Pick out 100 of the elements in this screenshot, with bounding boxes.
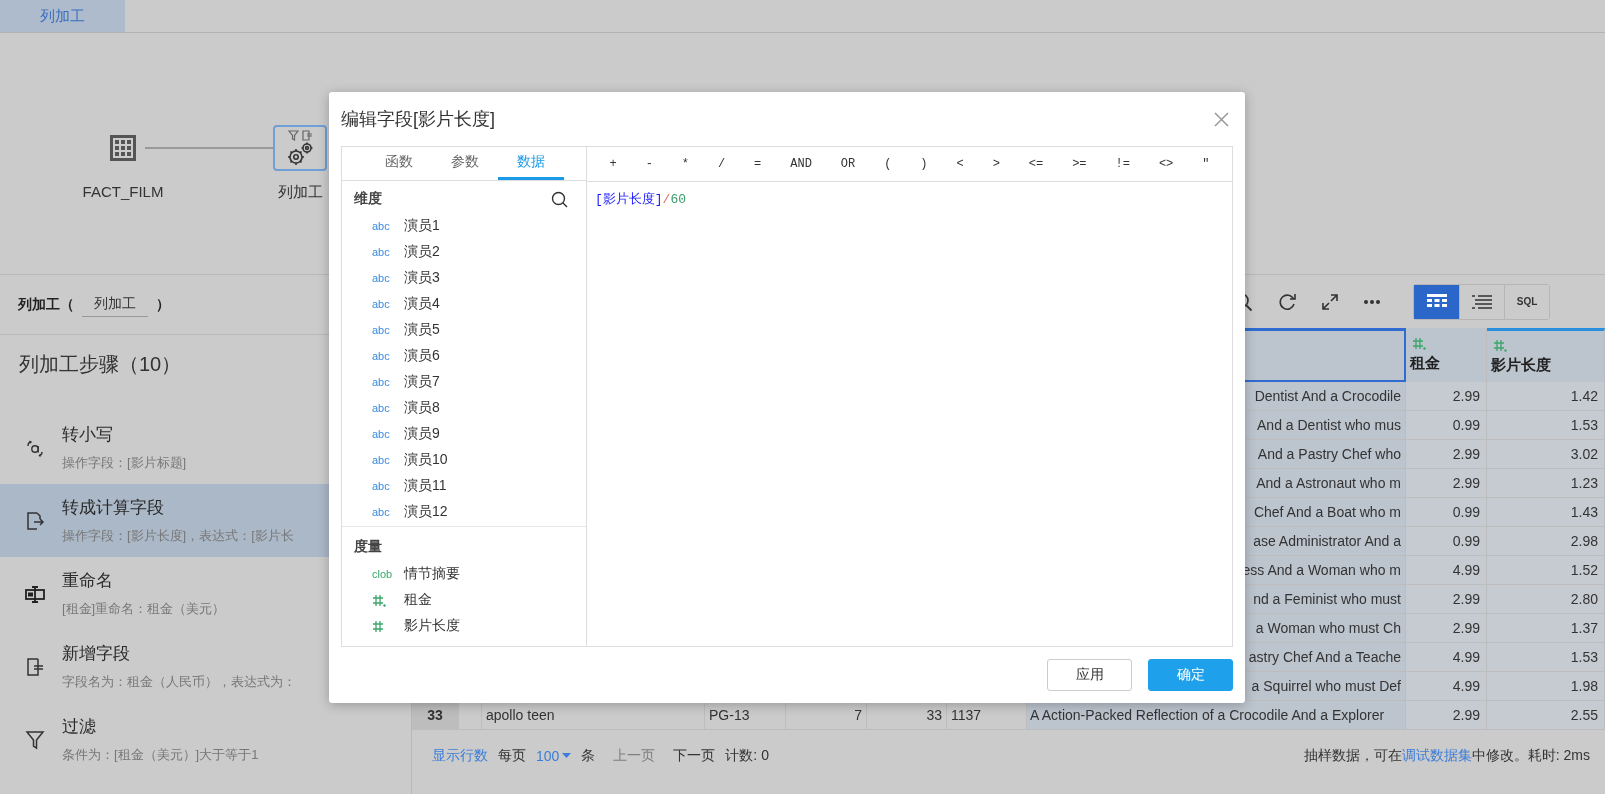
step-detail: [租金]重命名：租金（美元） [62, 600, 226, 618]
grid-icon [1426, 293, 1447, 310]
close-icon[interactable] [1214, 111, 1229, 127]
operator-button[interactable]: < [952, 155, 968, 173]
dialog-title: 编辑字段[影片长度] [341, 108, 495, 131]
table-cell: 2.99 [1406, 440, 1487, 469]
step-detail: 操作字段：[影片标题] [62, 454, 187, 472]
field-item[interactable]: abc 演员1 [342, 213, 586, 239]
name-field[interactable]: 列加工 [82, 292, 148, 317]
operator-button[interactable]: > [988, 155, 1004, 173]
table-cell: 1.37 [1487, 614, 1605, 643]
field-item[interactable]: abc 演员4 [342, 291, 586, 317]
field-item[interactable]: abc 演员3 [342, 265, 586, 291]
column-header[interactable]: 租金 [1406, 328, 1487, 382]
operator-button[interactable]: * [677, 155, 693, 173]
table-cell: a Woman who must Ch [1255, 620, 1401, 636]
table-cell: 1.53 [1487, 643, 1605, 672]
operator-button[interactable]: != [1111, 155, 1134, 173]
field-item[interactable]: abc 演员6 [342, 343, 586, 369]
operator-button[interactable]: ) [916, 155, 932, 173]
table-cell: nd a Feminist who must [1253, 591, 1401, 607]
table-cell: 1.23 [1487, 469, 1605, 498]
operator-button[interactable]: >= [1068, 155, 1091, 173]
table-cell: 4.99 [1406, 556, 1487, 585]
expand-icon[interactable] [1321, 292, 1339, 311]
table-cell: 2.98 [1487, 527, 1605, 556]
more-icon[interactable] [1363, 298, 1381, 305]
filter-icon [25, 729, 45, 750]
operator-button[interactable]: - [641, 155, 657, 173]
section-title: 维度 [354, 190, 382, 208]
table-cell: 1.42 [1487, 382, 1605, 411]
table-cell: astry Chef And a Teache [1248, 649, 1401, 665]
table-cell: 0.99 [1406, 411, 1487, 440]
panel-label-end: ） [156, 295, 170, 314]
table-cell: Dentist And a Crocodile [1254, 388, 1401, 404]
operator-button[interactable]: <= [1024, 155, 1048, 173]
steps-title: 列加工步骤（10） [19, 353, 182, 375]
column-header[interactable]: 影片长度 [1487, 328, 1605, 382]
operator-button[interactable]: AND [786, 155, 816, 173]
next-page-link[interactable]: 下一页 [673, 747, 716, 765]
field-item[interactable]: abc 演员5 [342, 317, 586, 343]
decimal-type-icon [1412, 337, 1426, 350]
add-field-icon [25, 656, 45, 677]
refresh-icon[interactable] [1277, 291, 1297, 312]
table-cell: 2.99 [1406, 382, 1487, 411]
field-item[interactable]: 租金 [342, 587, 586, 613]
step-title: 新增字段 [62, 643, 131, 665]
tab[interactable]: 参数 [432, 147, 498, 180]
operator-button[interactable]: <> [1154, 155, 1178, 173]
filter-icon [287, 129, 299, 141]
section-title: 度量 [354, 538, 382, 556]
table-cell: 2.80 [1487, 585, 1605, 614]
table-cell: a Squirrel who must Def [1251, 678, 1401, 694]
rename-icon [24, 583, 46, 604]
step-detail: 条件为：[租金（美元）]大于等于1 [62, 746, 259, 764]
field-item[interactable]: abc 演员9 [342, 421, 586, 447]
flow-node[interactable] [273, 125, 327, 171]
field-item[interactable]: abc 演员2 [342, 239, 586, 265]
step-item[interactable]: 过滤 条件为：[租金（美元）]大于等于1 [0, 703, 411, 776]
table-cell: And a Astronaut who m [1256, 475, 1401, 491]
sample-note: 抽样数据，可在调试数据集中修改。耗时: 2ms [1303, 747, 1590, 765]
search-icon[interactable] [551, 190, 568, 208]
integer-type-icon [372, 619, 384, 633]
operator-button[interactable]: / [713, 155, 730, 173]
gear-icon [285, 140, 315, 167]
node-label: FACT_FILM [82, 183, 164, 200]
operator-button[interactable]: OR [836, 155, 860, 173]
operator-button[interactable]: + [605, 155, 621, 173]
step-title: 转成计算字段 [62, 497, 165, 519]
table-cell: 1.53 [1487, 411, 1605, 440]
unit-label: 条 [581, 747, 596, 765]
operator-button[interactable]: = [750, 155, 766, 173]
grid-view-button[interactable] [1414, 284, 1459, 319]
table-cell: Chef And a Boat who m [1253, 504, 1401, 520]
table-icon [109, 134, 137, 162]
field-item[interactable]: 影片长度 [342, 613, 586, 639]
tab[interactable]: 函数 [366, 147, 432, 180]
step-title: 重命名 [62, 570, 114, 592]
field-item[interactable]: abc 演员10 [342, 447, 586, 473]
operator-button[interactable]: " [1198, 155, 1214, 173]
table-cell: ase Administrator And a [1253, 533, 1401, 549]
operator-button[interactable]: ( [880, 155, 896, 173]
step-title: 转小写 [62, 424, 114, 446]
table-cell: And a Pastry Chef who [1257, 446, 1401, 462]
decimal-type-icon [1493, 338, 1507, 352]
table-cell: 0.99 [1406, 527, 1487, 556]
field-item[interactable]: abc 演员8 [342, 395, 586, 421]
sql-view-button[interactable]: SQL [1504, 284, 1549, 319]
expression-editor[interactable]: [影片长度]/60 [587, 182, 1232, 216]
field-item[interactable]: clob 情节摘要 [342, 561, 586, 587]
apply-button[interactable]: 应用 [1047, 659, 1132, 691]
table-cell: 1.52 [1487, 556, 1605, 585]
table-cell: 2.99 [1406, 614, 1487, 643]
node-label: 列加工 [277, 183, 323, 202]
table-cell: 0.99 [1406, 498, 1487, 527]
table-cell: 4.99 [1406, 672, 1487, 701]
calc-field-icon [25, 510, 45, 531]
field-item[interactable]: abc 演员7 [342, 369, 586, 395]
table-cell: 2.99 [1406, 585, 1487, 614]
step-detail: 字段名为：租金（人民币），表达式为： [62, 673, 296, 691]
